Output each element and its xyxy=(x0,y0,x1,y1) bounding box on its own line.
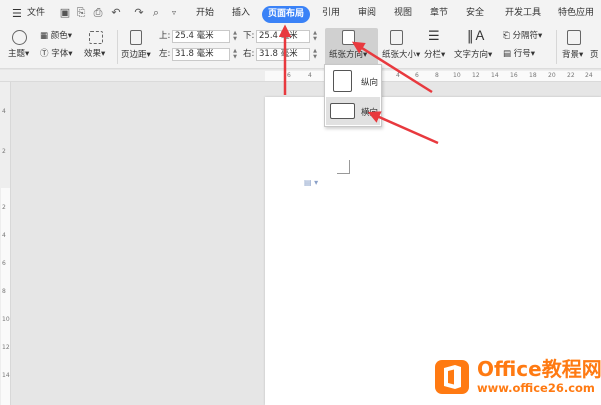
paper-size-button[interactable]: 纸张大小▾ xyxy=(382,50,420,61)
paper-size-icon[interactable] xyxy=(390,30,403,45)
left-margin-label: 左: xyxy=(159,49,171,59)
ruler-tick: 8 xyxy=(2,288,6,295)
ruler-tick: 6 xyxy=(2,260,6,267)
ruler-tick: 10 xyxy=(2,316,10,323)
background-button[interactable]: 背景▾ xyxy=(562,50,583,61)
margin-corner-mark xyxy=(337,160,350,174)
ruler-tick: 2 xyxy=(2,148,6,155)
watermark-title: Office教程网 xyxy=(477,357,601,381)
text-direction-button[interactable]: 文字方向▾ xyxy=(454,50,492,61)
ruler-tick: 6 xyxy=(415,72,419,79)
theme-button[interactable]: 主题▾ xyxy=(8,49,29,60)
tab-home[interactable]: 开始 xyxy=(196,0,214,27)
left-margin-stepper[interactable]: ▲ ▼ xyxy=(231,48,239,61)
ruler-tick: 10 xyxy=(453,72,461,79)
columns-button[interactable]: 分栏▾ xyxy=(424,50,445,61)
right-margin-stepper[interactable]: ▲ ▼ xyxy=(311,48,319,61)
bottom-margin-stepper[interactable]: ▲ ▼ xyxy=(311,30,319,43)
tab-security[interactable]: 安全 xyxy=(466,0,484,27)
ruler-tick: 4 xyxy=(308,72,312,79)
print-icon[interactable]: ⎙ xyxy=(92,7,104,19)
file-menu[interactable]: 文件 xyxy=(27,0,45,27)
tab-references[interactable]: 引用 xyxy=(322,0,340,27)
effects-button[interactable]: 效果▾ xyxy=(84,49,105,60)
top-margin-input[interactable]: 25.4 毫米 xyxy=(172,30,230,43)
tab-chapter[interactable]: 章节 xyxy=(430,0,448,27)
right-margin-label: 右: xyxy=(243,49,255,59)
orientation-dropdown: 纵向 横向 xyxy=(324,64,382,127)
tab-special-apps[interactable]: 特色应用 xyxy=(558,0,594,27)
paragraph-icon[interactable]: ▤ ▾ xyxy=(304,178,318,187)
vertical-ruler: 4 2 2 4 6 8 10 12 14 xyxy=(0,82,11,405)
colors-button[interactable]: ▦ 颜色▾ xyxy=(40,31,72,42)
tab-view[interactable]: 视图 xyxy=(394,0,412,27)
menu-bar: ☰ 文件 ▣ ⎘ ⎙ ↶ ↷ ⌕ ▿ 开始 插入 页面布局 引用 审阅 视图 章… xyxy=(0,0,601,27)
ruler-tick: 12 xyxy=(2,344,10,351)
top-margin-label: 上: xyxy=(159,31,171,41)
tab-page-layout[interactable]: 页面布局 xyxy=(262,6,311,23)
redo-icon[interactable]: ↷ xyxy=(133,7,145,19)
tab-developer[interactable]: 开发工具 xyxy=(505,0,541,27)
ruler-tick: 4 xyxy=(2,108,6,115)
ruler-tick: 2 xyxy=(2,204,6,211)
fonts-button[interactable]: Ⓣ 字体▾ xyxy=(40,49,73,60)
left-margin-input[interactable]: 31.8 毫米 xyxy=(172,48,230,61)
ruler-tick: 16 xyxy=(510,72,518,79)
bottom-margin-input[interactable]: 25.4 毫米 xyxy=(256,30,310,43)
landscape-option[interactable]: 横向 xyxy=(326,97,380,125)
ruler-tick: 20 xyxy=(548,72,556,79)
effects-icon[interactable] xyxy=(89,31,103,44)
tab-review[interactable]: 审阅 xyxy=(358,0,376,27)
line-numbers-button[interactable]: ▤ 行号▾ xyxy=(503,49,535,60)
right-margin-input[interactable]: 31.8 毫米 xyxy=(256,48,310,61)
print-preview-icon[interactable]: ⌕ xyxy=(150,7,162,19)
orientation-icon xyxy=(342,30,355,45)
office-logo-icon xyxy=(435,360,469,394)
ruler-tick: 14 xyxy=(491,72,499,79)
portrait-label: 纵向 xyxy=(361,78,379,88)
text-direction-icon[interactable]: ‖Ａ xyxy=(467,29,487,44)
ruler-tick: 6 xyxy=(287,72,291,79)
undo-icon[interactable]: ↶ xyxy=(110,7,122,19)
ruler-tick: 4 xyxy=(2,232,6,239)
background-icon[interactable] xyxy=(567,30,581,45)
watermark-url: www.office26.com xyxy=(477,381,595,395)
hamburger-menu-icon[interactable]: ☰ xyxy=(12,0,22,27)
customize-chevron-icon[interactable]: ▿ xyxy=(168,7,180,19)
tab-insert[interactable]: 插入 xyxy=(232,0,250,27)
ruler-tick: 4 xyxy=(396,72,400,79)
bottom-margin-label: 下: xyxy=(243,31,255,41)
ruler-tick: 8 xyxy=(435,72,439,79)
export-icon[interactable]: ⎘ xyxy=(75,7,87,19)
ruler-tick: 22 xyxy=(567,72,575,79)
save-icon[interactable]: ▣ xyxy=(59,7,71,19)
ribbon-divider xyxy=(556,30,557,64)
top-margin-stepper[interactable]: ▲ ▼ xyxy=(231,30,239,43)
horizontal-ruler: 6 4 2 2 4 6 8 10 12 14 16 18 20 22 24 xyxy=(0,70,601,82)
margins-button[interactable]: 页边距▾ xyxy=(121,50,151,61)
landscape-icon xyxy=(330,103,355,119)
ruler-tick: 18 xyxy=(529,72,537,79)
landscape-label: 横向 xyxy=(361,108,379,118)
orientation-label: 纸张方向▾ xyxy=(329,50,368,60)
ruler-tick: 14 xyxy=(2,372,10,379)
portrait-icon xyxy=(333,70,352,92)
theme-icon[interactable] xyxy=(12,30,27,45)
ribbon-divider xyxy=(117,30,118,64)
page-border-button[interactable]: 页 xyxy=(590,50,599,61)
ruler-tick: 12 xyxy=(472,72,480,79)
ruler-tick: 24 xyxy=(585,72,593,79)
columns-icon[interactable]: ☰ xyxy=(428,30,440,44)
ribbon: 主题▾ ▦ 颜色▾ Ⓣ 字体▾ 效果▾ 页边距▾ 上: 25.4 毫米 ▲ ▼ 左… xyxy=(0,27,601,69)
margins-icon[interactable] xyxy=(130,30,142,45)
breaks-button[interactable]: ⎗ 分隔符▾ xyxy=(503,31,542,42)
portrait-option[interactable]: 纵向 xyxy=(326,67,380,95)
